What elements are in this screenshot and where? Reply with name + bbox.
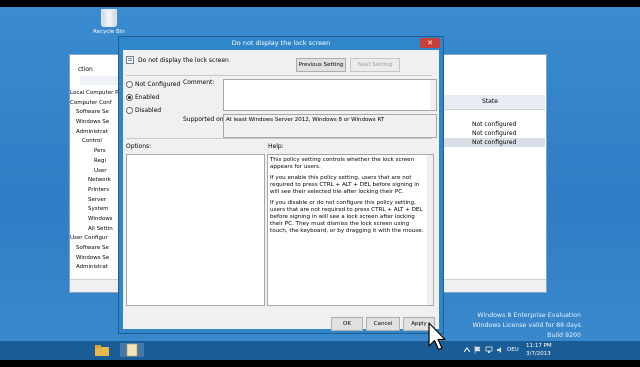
taskbar: DEU 11:17 PM 3/7/2013 xyxy=(0,341,640,360)
previous-setting-button[interactable]: Previous Setting xyxy=(296,58,346,72)
tree-item[interactable]: User Configur xyxy=(70,234,118,244)
tree-item[interactable]: Computer Conf xyxy=(70,99,118,109)
tree-item[interactable]: Control xyxy=(70,137,118,147)
policy-editor-taskbar-button[interactable] xyxy=(120,343,144,357)
settings-list: State Not configured Not configured Not … xyxy=(442,95,545,147)
help-pane[interactable]: This policy setting controls whether the… xyxy=(267,154,434,306)
policy-setting-icon xyxy=(126,56,134,64)
close-button[interactable]: ✕ xyxy=(420,38,440,48)
tree-item[interactable]: System xyxy=(70,205,118,215)
top-letterbox xyxy=(0,0,640,7)
recycle-bin-icon xyxy=(101,9,117,27)
volume-icon[interactable] xyxy=(496,346,504,354)
header-separator xyxy=(126,75,432,76)
policy-setting-dialog: Do not display the lock screen ✕ Do not … xyxy=(118,36,444,334)
policy-tree: Local Computer Po Computer Conf Software… xyxy=(70,89,118,273)
file-explorer-taskbar-button[interactable] xyxy=(94,343,110,357)
tree-item[interactable]: User xyxy=(70,167,118,177)
tree-item[interactable]: Network xyxy=(70,176,118,186)
help-text: This policy setting controls whether the… xyxy=(270,157,425,239)
tree-item[interactable]: Software Se xyxy=(70,244,118,254)
watermark-edition: Windows 8 Enterprise Evaluation xyxy=(477,312,581,319)
options-separator xyxy=(126,138,432,139)
tree-item[interactable]: Software Se xyxy=(70,108,118,118)
help-paragraph: This policy setting controls whether the… xyxy=(270,157,415,170)
folder-icon xyxy=(95,345,109,356)
tree-item[interactable]: Pers xyxy=(70,147,118,157)
tree-item[interactable]: Administrat xyxy=(70,263,118,273)
recycle-bin[interactable]: Recycle Bin xyxy=(92,9,126,35)
setting-state-selected[interactable]: Not configured xyxy=(442,138,545,147)
notifications-up-icon[interactable] xyxy=(464,347,470,353)
supported-on-label: Supported on: xyxy=(183,116,226,123)
options-label: Options: xyxy=(126,143,152,150)
next-setting-button[interactable]: Next Setting xyxy=(350,58,400,72)
recycle-bin-label: Recycle Bin xyxy=(93,29,125,35)
radio-not-configured-label[interactable]: Not Configured xyxy=(135,81,180,88)
input-language[interactable]: DEU xyxy=(507,347,519,353)
dialog-titlebar[interactable]: Do not display the lock screen ✕ xyxy=(119,37,443,50)
tree-item[interactable]: Local Computer Po xyxy=(70,89,118,99)
document-icon xyxy=(126,343,138,357)
clock-date[interactable]: 3/7/2013 xyxy=(526,351,551,357)
tree-item[interactable]: Windows Se xyxy=(70,118,118,128)
watermark-license: Windows License valid for 88 days xyxy=(472,322,581,329)
flag-icon[interactable] xyxy=(474,346,481,354)
comment-textarea[interactable] xyxy=(223,79,437,111)
dialog-body: Do not display the lock screen Previous … xyxy=(123,50,439,331)
tree-item[interactable]: Windows Se xyxy=(70,254,118,264)
menu-action[interactable]: ction xyxy=(78,66,93,73)
radio-not-configured[interactable] xyxy=(126,81,133,88)
radio-enabled-label[interactable]: Enabled xyxy=(135,94,159,101)
supported-on-box: At least Windows Server 2012, Windows 8 … xyxy=(223,114,437,138)
supported-scrollbar[interactable] xyxy=(430,115,436,137)
comment-scrollbar[interactable] xyxy=(430,80,436,110)
tree-item[interactable]: Administrat xyxy=(70,128,118,138)
tree-item[interactable]: Printers xyxy=(70,186,118,196)
setting-state[interactable]: Not configured xyxy=(442,120,545,129)
close-icon: ✕ xyxy=(427,39,433,47)
state-column-header[interactable]: State xyxy=(442,95,545,110)
help-scrollbar[interactable] xyxy=(427,155,433,305)
mouse-cursor-icon xyxy=(428,322,446,351)
setting-state[interactable]: Not configured xyxy=(442,129,545,138)
tree-item[interactable]: Server xyxy=(70,196,118,206)
tree-item[interactable]: Regi xyxy=(70,157,118,167)
tree-item[interactable]: Windows xyxy=(70,215,118,225)
cancel-button[interactable]: Cancel xyxy=(366,317,400,331)
supported-on-value: At least Windows Server 2012, Windows 8 … xyxy=(226,117,385,123)
options-pane xyxy=(126,154,265,306)
setting-name: Do not display the lock screen xyxy=(138,57,229,64)
clock-time[interactable]: 11:17 PM xyxy=(526,343,552,349)
bottom-letterbox xyxy=(0,360,640,367)
comment-label: Comment: xyxy=(183,79,215,86)
radio-disabled-label[interactable]: Disabled xyxy=(135,107,161,114)
help-paragraph: If you disable or do not configure this … xyxy=(270,200,424,234)
radio-enabled[interactable] xyxy=(126,94,133,101)
network-icon[interactable] xyxy=(485,346,493,354)
radio-disabled[interactable] xyxy=(126,107,133,114)
help-paragraph: If you enable this policy setting, users… xyxy=(270,175,420,195)
tree-item[interactable]: All Settin xyxy=(70,225,118,235)
dialog-title: Do not display the lock screen xyxy=(231,39,331,47)
ok-button[interactable]: OK xyxy=(331,317,363,331)
help-label: Help: xyxy=(268,143,284,150)
watermark-build: Build 9200 xyxy=(547,332,581,339)
